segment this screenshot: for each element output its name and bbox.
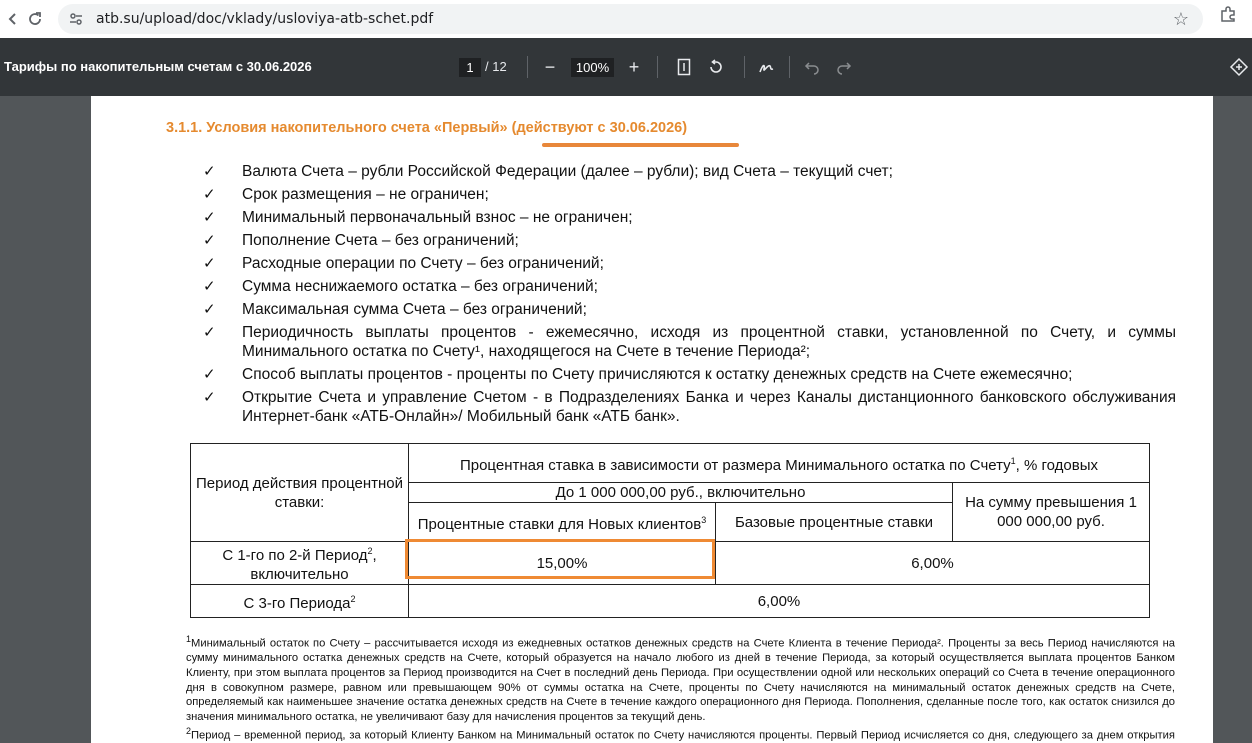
base-rates-header: Базовые процентные ставки xyxy=(715,502,953,542)
list-item: ✓ Срок размещения – не ограничен; xyxy=(203,185,1176,204)
list-item-text: Пополнение Счета – без ограничений; xyxy=(242,232,519,249)
save-icon[interactable] xyxy=(1227,55,1251,79)
list-item: ✓ Сумма неснижаемого остатка – без ограни… xyxy=(203,277,1176,296)
redo-icon[interactable] xyxy=(832,55,856,79)
list-item-text: Валюта Счета – рубли Российской Федераци… xyxy=(242,163,893,180)
highlight-box xyxy=(405,539,715,579)
row1-base-rate: 6,00% xyxy=(715,541,1150,585)
zoom-input[interactable]: 100% xyxy=(571,58,614,77)
list-item-text: Срок размещения – не ограничен; xyxy=(242,186,489,203)
list-item-text: Расходные операции по Счету – без ограни… xyxy=(242,255,604,272)
period-header: Период действия процентной ставки: xyxy=(190,443,409,542)
check-icon: ✓ xyxy=(203,366,216,383)
page-number-input[interactable]: 1 xyxy=(459,58,481,77)
pdf-title: Тарифы по накопительным счетам с 30.06.2… xyxy=(4,59,312,74)
reload-icon[interactable] xyxy=(22,6,48,32)
highlight-underline xyxy=(542,143,739,147)
check-icon: ✓ xyxy=(203,163,216,180)
extensions-icon[interactable] xyxy=(1219,5,1237,28)
list-item: ✓ Открытие Счета и управление Счетом - в … xyxy=(203,388,1176,426)
check-icon: ✓ xyxy=(203,301,216,318)
over-million-header: На сумму превышения 1 000 000,00 руб. xyxy=(952,482,1150,542)
zoom-in-button[interactable]: + xyxy=(622,55,646,79)
footnote-2: 2Период – временной период, за который К… xyxy=(186,726,1175,743)
section-title: 3.1.1. Условия накопительного счета «Пер… xyxy=(166,120,688,136)
check-icon: ✓ xyxy=(203,278,216,295)
rotate-icon[interactable] xyxy=(704,55,728,79)
list-item-text: Сумма неснижаемого остатка – без огранич… xyxy=(242,278,598,295)
url-text[interactable]: atb.su/upload/doc/vklady/usloviya-atb-sc… xyxy=(96,11,433,27)
row2-period: С 3-го Периода2 xyxy=(190,584,409,618)
list-item-text: Минимальный первоначальный взнос – не ог… xyxy=(242,209,633,226)
row1-period: С 1-го по 2-й Период2, включительно xyxy=(190,541,409,585)
url-field[interactable]: atb.su/upload/doc/vklady/usloviya-atb-sc… xyxy=(58,4,1203,34)
toolbar-divider xyxy=(657,56,658,78)
undo-icon[interactable] xyxy=(800,55,824,79)
pdf-page: 3.1.1. Условия накопительного счета «Пер… xyxy=(91,96,1213,743)
toolbar-divider xyxy=(527,56,528,78)
list-item-text: Периодичность выплаты процентов - ежемес… xyxy=(242,324,1176,360)
page-total: / 12 xyxy=(485,59,507,74)
list-item-text: Максимальная сумма Счета – без ограничен… xyxy=(242,301,587,318)
site-info-icon[interactable] xyxy=(68,11,84,27)
conditions-list: ✓ Валюта Счета – рубли Российской Федерац… xyxy=(203,162,1176,430)
check-icon: ✓ xyxy=(203,389,216,406)
pdf-toolbar: Тарифы по накопительным счетам с 30.06.2… xyxy=(0,38,1252,96)
list-item: ✓ Минимальный первоначальный взнос – не о… xyxy=(203,208,1176,227)
check-icon: ✓ xyxy=(203,255,216,272)
pdf-viewer[interactable]: 3.1.1. Условия накопительного счета «Пер… xyxy=(0,96,1252,743)
toolbar-divider xyxy=(744,56,745,78)
check-icon: ✓ xyxy=(203,324,216,341)
list-item: ✓ Расходные операции по Счету – без огран… xyxy=(203,254,1176,273)
fit-page-icon[interactable] xyxy=(672,55,696,79)
list-item-text: Способ выплаты процентов - проценты по С… xyxy=(242,366,1073,383)
list-item: ✓ Максимальная сумма Счета – без ограниче… xyxy=(203,300,1176,319)
rate-header: Процентная ставка в зависимости от разме… xyxy=(408,443,1150,483)
check-icon: ✓ xyxy=(203,232,216,249)
toolbar-divider xyxy=(789,56,790,78)
list-item: ✓ Пополнение Счета – без ограничений; xyxy=(203,231,1176,250)
list-item-text: Открытие Счета и управление Счетом - в П… xyxy=(242,389,1176,425)
list-item: ✓ Валюта Счета – рубли Российской Федерац… xyxy=(203,162,1176,181)
row2-rate: 6,00% xyxy=(408,584,1150,618)
upto-million-header: До 1 000 000,00 руб., включительно xyxy=(408,482,953,503)
footnotes: 1Минимальный остаток по Счету – рассчиты… xyxy=(186,632,1175,743)
zoom-out-button[interactable]: − xyxy=(538,55,562,79)
check-icon: ✓ xyxy=(203,209,216,226)
draw-icon[interactable] xyxy=(755,55,779,79)
list-item: ✓ Периодичность выплаты процентов - ежеме… xyxy=(203,323,1176,361)
check-icon: ✓ xyxy=(203,186,216,203)
new-clients-header: Процентные ставки для Новых клиентов3 xyxy=(408,502,716,542)
footnote-1: 1Минимальный остаток по Счету – рассчиты… xyxy=(186,634,1175,723)
star-icon[interactable]: ☆ xyxy=(1173,9,1189,30)
rates-table: Период действия процентной ставки: Проце… xyxy=(190,443,1150,618)
browser-address-bar: atb.su/upload/doc/vklady/usloviya-atb-sc… xyxy=(0,0,1252,39)
list-item: ✓ Способ выплаты процентов - проценты по … xyxy=(203,365,1176,384)
